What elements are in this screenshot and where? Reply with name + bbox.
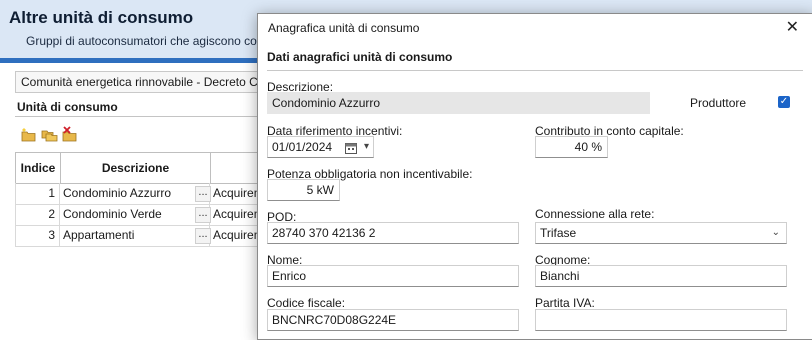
- vat-label: Partita IVA:: [535, 296, 595, 310]
- last-name-field[interactable]: Bianchi: [535, 265, 787, 287]
- section-divider: [15, 116, 260, 117]
- row-description[interactable]: Condominio Verde: [60, 204, 210, 225]
- pod-field[interactable]: 28740 370 42136 2: [267, 222, 519, 244]
- calendar-icon[interactable]: [345, 140, 357, 154]
- connection-label: Connessione alla rete:: [535, 207, 655, 221]
- row-index: 3: [15, 225, 60, 246]
- row-type[interactable]: Acquirente: [210, 183, 260, 204]
- header-description[interactable]: Descrizione: [61, 153, 211, 183]
- table-row[interactable]: 1 Condominio Azzurro ... Acquirente: [15, 183, 260, 205]
- copy-icon[interactable]: [41, 126, 59, 144]
- ellipsis-button[interactable]: ...: [195, 207, 211, 223]
- header-index[interactable]: Indice: [16, 153, 61, 183]
- ellipsis-button[interactable]: ...: [195, 228, 211, 244]
- header-type[interactable]: [211, 153, 261, 183]
- capital-contribution-field[interactable]: 40 %: [535, 136, 608, 158]
- row-type[interactable]: Acquirente: [210, 204, 260, 225]
- section-divider: [267, 70, 803, 71]
- add-icon[interactable]: [20, 126, 38, 144]
- table-row[interactable]: 3 Appartamenti ... Acquirente: [15, 225, 260, 247]
- tax-code-label: Codice fiscale:: [267, 296, 346, 310]
- row-description[interactable]: Condominio Azzurro: [60, 183, 210, 204]
- connection-select[interactable]: Trifase ⌄: [535, 222, 787, 244]
- vat-field[interactable]: [535, 309, 787, 331]
- reference-date-value: 01/01/2024: [272, 140, 333, 154]
- producer-checkbox[interactable]: ✓: [778, 96, 790, 108]
- tax-code-field[interactable]: BNCNRC70D08G224E: [267, 309, 519, 331]
- description-field[interactable]: Condominio Azzurro: [267, 92, 650, 114]
- table-row[interactable]: 2 Condominio Verde ... Acquirente: [15, 204, 260, 226]
- reference-date-field[interactable]: 01/01/2024 ▾: [267, 136, 374, 158]
- connection-value: Trifase: [540, 226, 577, 240]
- section-label: Unità di consumo: [17, 100, 118, 114]
- dialog-title: Anagrafica unità di consumo: [268, 21, 420, 35]
- chevron-down-icon[interactable]: ⌄: [772, 223, 780, 243]
- chevron-down-icon[interactable]: ▾: [364, 137, 369, 157]
- close-icon[interactable]: ✕: [786, 17, 799, 37]
- row-type[interactable]: Acquirente: [210, 225, 260, 246]
- first-name-field[interactable]: Enrico: [267, 265, 519, 287]
- community-selector[interactable]: Comunità energetica rinnovabile - Decret…: [15, 71, 282, 93]
- ellipsis-button[interactable]: ...: [195, 186, 211, 202]
- row-description[interactable]: Appartamenti: [60, 225, 210, 246]
- page-title: Altre unità di consumo: [9, 8, 194, 27]
- power-field[interactable]: 5 kW: [267, 179, 340, 201]
- row-index: 1: [15, 183, 60, 204]
- row-index: 2: [15, 204, 60, 225]
- delete-icon[interactable]: [61, 126, 79, 144]
- producer-label: Produttore: [690, 96, 747, 110]
- unit-dialog: Anagrafica unità di consumo ✕ Dati anagr…: [257, 13, 812, 340]
- dialog-section-title: Dati anagrafici unità di consumo: [267, 50, 453, 64]
- table-header: Indice Descrizione: [15, 152, 262, 184]
